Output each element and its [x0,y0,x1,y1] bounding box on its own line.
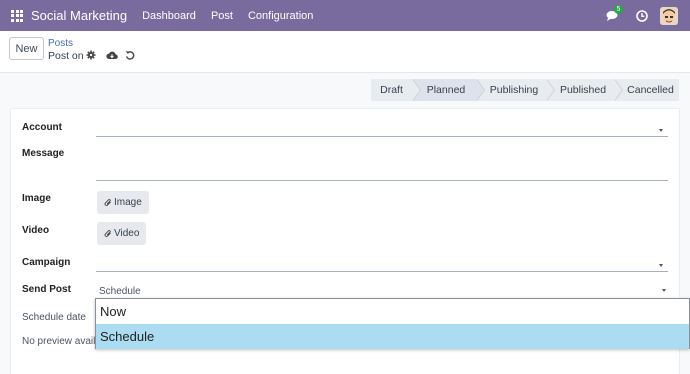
statusbar-zone: Draft Planned Publishing Published Cance… [0,73,690,108]
campaign-label: Campaign [22,257,71,268]
send-post-select[interactable]: Schedule [99,286,141,297]
status-cancelled[interactable]: Cancelled [614,79,679,101]
status-publishing[interactable]: Publishing [476,79,555,101]
top-navbar: Social Marketing Dashboard Post Configur… [0,0,690,31]
video-label: Video [22,225,50,236]
status-draft-label: Draft [380,84,403,96]
option-now[interactable]: Now [96,299,689,324]
upload-video-label: Video [114,228,140,239]
new-button[interactable]: New [9,37,44,60]
activity-clock-icon[interactable] [636,9,648,22]
status-published-label: Published [559,84,607,96]
send-post-label: Send Post [22,284,71,295]
status-bar: Draft Planned Publishing Published Cance… [371,79,679,101]
status-draft[interactable]: Draft [371,79,421,101]
no-preview-text: No preview availa [22,336,101,347]
menu-dashboard[interactable]: Dashboard [142,10,196,22]
upload-image-label: Image [114,197,142,208]
gear-icon[interactable] [86,50,96,60]
status-planned-label: Planned [426,84,466,96]
option-schedule[interactable]: Schedule [96,324,689,349]
messages-icon[interactable]: 5 [606,4,623,22]
paperclip-icon [104,230,111,237]
account-label: Account [22,122,62,133]
discard-undo-icon[interactable] [125,50,135,60]
menu-configuration[interactable]: Configuration [248,10,313,22]
account-field[interactable] [96,136,668,137]
message-field[interactable] [96,180,668,181]
send-post-options-dropdown: Now Schedule [95,298,690,349]
app-name[interactable]: Social Marketing [31,8,127,23]
control-panel: New Posts Post on [0,31,690,73]
schedule-date-label: Schedule date [22,312,86,323]
status-published[interactable]: Published [546,79,623,101]
campaign-dropdown-caret-icon[interactable] [659,264,663,267]
status-cancelled-label: Cancelled [627,84,674,96]
user-avatar[interactable] [660,6,678,25]
menu-post[interactable]: Post [211,10,233,22]
paperclip-icon [104,199,111,206]
account-dropdown-caret-icon[interactable] [659,129,663,132]
image-label: Image [22,193,51,204]
breadcrumb-current: Post on [48,50,84,62]
messages-count-badge: 5 [614,4,623,14]
send-post-caret-icon[interactable] [662,289,666,292]
campaign-field[interactable] [96,271,668,272]
upload-image-button[interactable]: Image [97,191,149,214]
status-publishing-label: Publishing [489,84,539,96]
apps-menu-icon[interactable] [11,9,23,22]
breadcrumb-posts-link[interactable]: Posts [48,38,73,49]
status-planned[interactable]: Planned [412,79,485,101]
cloud-save-icon[interactable] [106,50,118,60]
message-label: Message [22,148,65,159]
upload-video-button[interactable]: Video [97,222,147,245]
